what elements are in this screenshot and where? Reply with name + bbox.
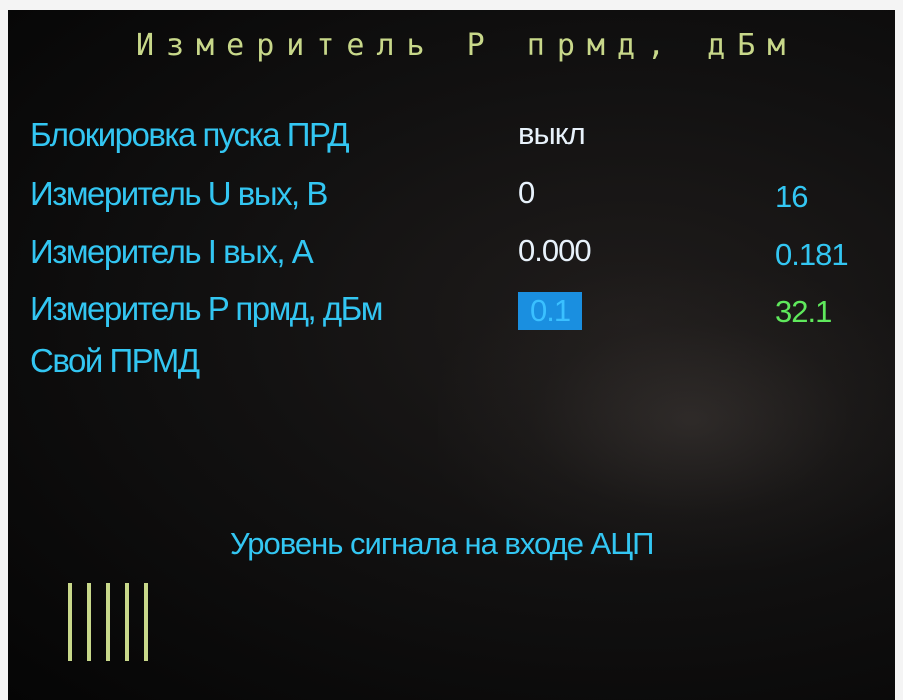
row-label: Измеритель P прмд, дБм (30, 290, 383, 327)
signal-level-bar (125, 583, 129, 661)
row-value: выкл (518, 116, 586, 151)
row-measured-value: 16 (775, 179, 808, 214)
signal-level-bar (144, 583, 148, 661)
screen-title: Измеритель P прмд, дБм (136, 28, 798, 63)
signal-level-bar (68, 583, 72, 661)
row-measured-value: 0.181 (775, 237, 849, 272)
row-label: Измеритель U вых, В (30, 175, 328, 212)
selected-value-field[interactable]: 0.1 (518, 292, 583, 330)
row-label: Блокировка пуска ПРД (30, 116, 350, 153)
signal-level-bar (87, 583, 91, 661)
signal-level-bar (106, 583, 110, 661)
device-screen: Измеритель P прмд, дБм Блокировка пуска … (8, 10, 895, 700)
row-label: Свой ПРМД (30, 342, 200, 379)
row-value: 0 (518, 175, 535, 210)
row-measured-value: 32.1 (775, 294, 832, 329)
row-value: 0.000 (518, 233, 592, 268)
adc-input-level-label: Уровень сигнала на входе АЦП (230, 526, 654, 561)
row-label: Измеритель I вых, А (30, 233, 314, 270)
